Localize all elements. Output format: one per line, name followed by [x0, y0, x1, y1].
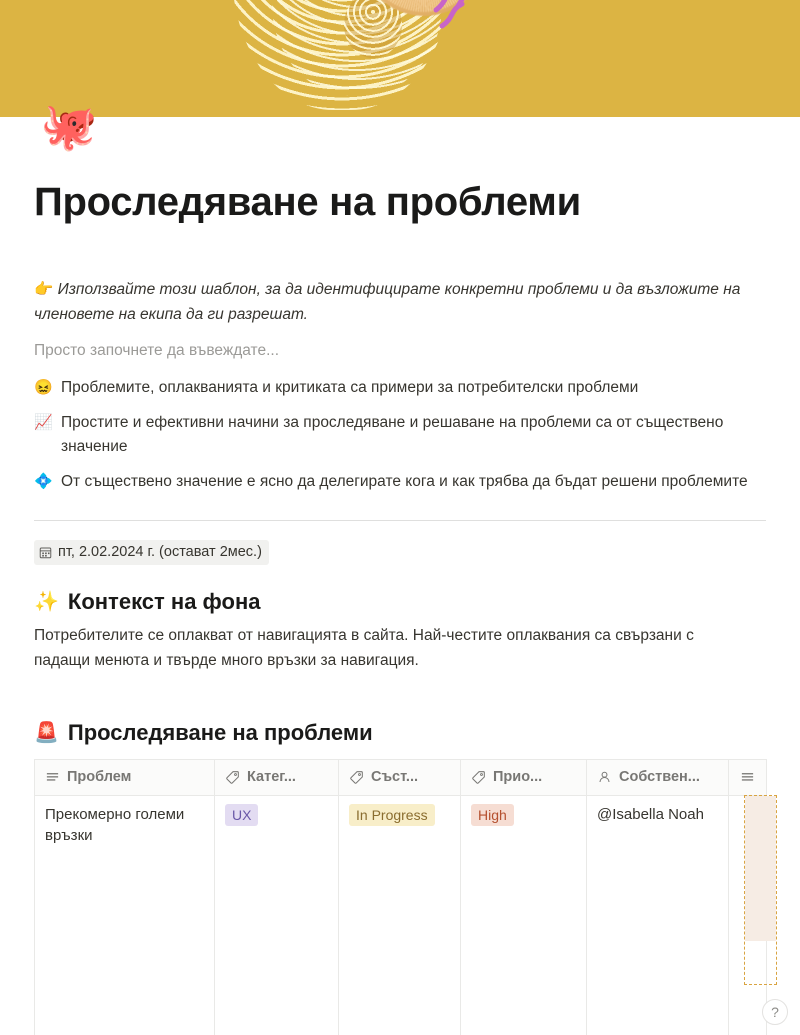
column-header-category[interactable]: Катег... — [214, 758, 339, 796]
column-header-label: Съст... — [371, 769, 419, 786]
table-header: Проблем Катег... Съст... Прио... Собстве… — [34, 758, 767, 796]
page-content: Проследяване на проблеми 👉 Използвайте т… — [0, 179, 800, 1035]
context-heading[interactable]: ✨ Контекст на фона — [34, 589, 766, 615]
column-header-label: Катег... — [247, 769, 296, 786]
list-item-label: Проблемите, оплакванията и критиката са … — [61, 379, 639, 397]
intro-bullet-list: 😖 Проблемите, оплакванията и критиката с… — [34, 376, 766, 494]
status-badge[interactable]: UX — [225, 803, 259, 827]
tag-icon — [472, 770, 485, 784]
table-header-row: Проблем Катег... Съст... Прио... Собстве… — [34, 758, 767, 796]
confounded-face-icon: 😖 — [34, 379, 53, 397]
issue-tracking-table: Проблем Катег... Съст... Прио... Собстве… — [34, 758, 767, 1035]
list-item-label: От съществено значение е ясно да делегир… — [61, 473, 748, 491]
diamond-gem-icon: 💠 — [34, 473, 53, 491]
column-header-status[interactable]: Съст... — [338, 758, 461, 796]
intro-callout: 👉 Използвайте този шаблон, за да идентиф… — [34, 277, 764, 327]
sparkles-icon: ✨ — [34, 591, 59, 614]
status-badge[interactable]: In Progress — [349, 803, 435, 827]
list-item: 📈 Простите и ефективни начини за прослед… — [34, 411, 766, 459]
table-body: Прекомерно големи връзки UX In Progress … — [34, 794, 767, 1035]
chart-increasing-icon: 📈 — [34, 414, 53, 432]
page-icon-octopus[interactable]: 🐙 — [40, 98, 97, 154]
column-header-owner[interactable]: Собствен... — [586, 758, 729, 796]
column-header-priority[interactable]: Прио... — [460, 758, 587, 796]
section-divider — [34, 520, 766, 522]
cell-owner[interactable]: @Isabella Noah — [586, 794, 729, 1035]
table-row[interactable]: Прекомерно големи връзки UX In Progress … — [34, 794, 767, 1035]
cell-more[interactable] — [728, 794, 767, 1035]
cover-artwork — [232, 0, 572, 117]
pointing-finger-icon: 👉 — [34, 281, 54, 298]
intro-callout-text: Използвайте този шаблон, за да идентифиц… — [34, 281, 741, 324]
database-heading[interactable]: 🚨 Проследяване на проблеми — [34, 720, 766, 746]
context-heading-label: Контекст на фона — [67, 588, 261, 614]
column-header-problem[interactable]: Проблем — [34, 758, 215, 796]
rotating-light-icon: 🚨 — [34, 722, 59, 745]
tag-icon — [350, 770, 363, 784]
calendar-icon — [39, 547, 52, 559]
database-heading-label: Проследяване на проблеми — [67, 719, 373, 745]
page-title[interactable]: Проследяване на проблеми — [34, 179, 766, 225]
list-item: 😖 Проблемите, оплакванията и критиката с… — [34, 376, 766, 400]
text-lines-icon — [46, 772, 59, 781]
date-property-label: пт, 2.02.2024 г. (остават 2мес.) — [58, 544, 262, 561]
cell-priority[interactable]: High — [460, 794, 587, 1035]
date-property-pill[interactable]: пт, 2.02.2024 г. (остават 2мес.) — [34, 540, 269, 565]
help-button[interactable]: ? — [762, 999, 788, 1025]
cell-category[interactable]: UX — [214, 794, 339, 1035]
tag-icon — [226, 770, 239, 784]
list-item: 💠 От съществено значение е ясно да делег… — [34, 470, 766, 494]
column-header-more[interactable] — [728, 758, 767, 796]
column-header-label: Проблем — [67, 769, 132, 786]
list-item-label: Простите и ефективни начини за проследяв… — [61, 414, 724, 456]
list-icon — [741, 772, 754, 781]
owner-mention[interactable]: @Isabella Noah — [597, 806, 704, 823]
cover-banner[interactable] — [0, 0, 800, 117]
intro-placeholder[interactable]: Просто започнете да въвеждате... — [34, 339, 766, 364]
person-icon — [599, 771, 610, 782]
cell-status[interactable]: In Progress — [338, 794, 461, 1035]
column-header-label: Прио... — [493, 769, 543, 786]
cell-problem[interactable]: Прекомерно големи връзки — [34, 794, 215, 1035]
context-body[interactable]: Потребителите се оплакват от навигацията… — [34, 624, 734, 674]
column-header-label: Собствен... — [619, 769, 700, 786]
cover-art-squiggle — [433, 0, 465, 29]
status-badge[interactable]: High — [471, 803, 514, 827]
database-table-wrapper: Проблем Катег... Съст... Прио... Собстве… — [34, 758, 777, 1035]
